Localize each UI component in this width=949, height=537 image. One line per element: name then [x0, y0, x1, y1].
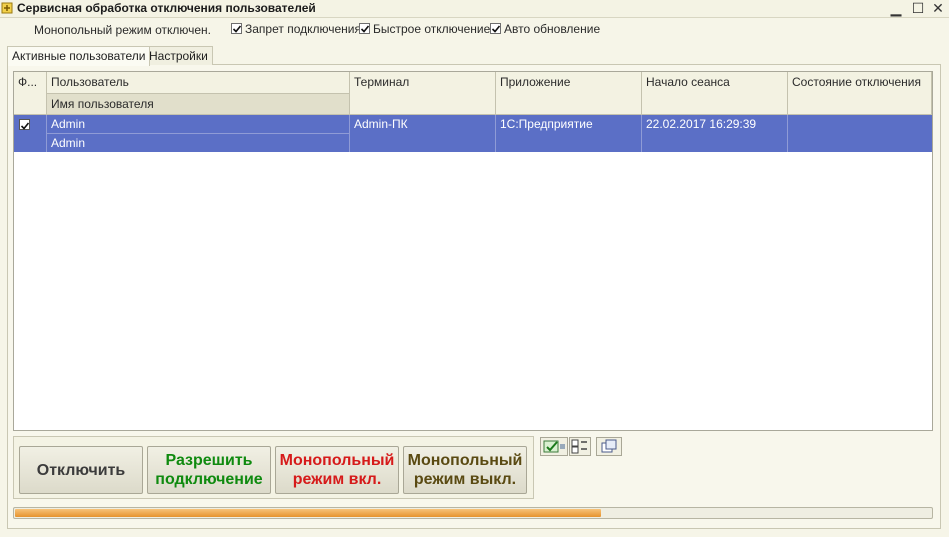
title-bar: Сервисная обработка отключения пользоват…	[0, 0, 949, 18]
row-disconnect-state-cell[interactable]	[788, 115, 932, 152]
column-header-disconnect-state[interactable]: Состояние отключения	[788, 72, 932, 115]
checkbox-label: Запрет подключения	[245, 22, 361, 36]
row-application-cell[interactable]: 1С:Предприятие	[496, 115, 642, 152]
tab-settings[interactable]: Настройки	[144, 46, 213, 65]
progress-bar-fill	[15, 509, 601, 517]
checkbox-label: Быстрое отключение	[373, 22, 491, 36]
column-header-flag[interactable]: Ф...	[14, 72, 47, 115]
checkbox-checked-icon[interactable]	[490, 23, 501, 34]
app-icon	[1, 2, 13, 14]
column-header-application[interactable]: Приложение	[496, 72, 642, 115]
monopoly-off-button[interactable]: Монопольный режим выкл.	[403, 446, 527, 494]
maximize-icon[interactable]: ☐	[910, 0, 926, 16]
row-session-start-cell[interactable]: 22.02.2017 16:29:39	[642, 115, 788, 152]
column-header-session-start[interactable]: Начало сеанса	[642, 72, 788, 115]
check-all-button[interactable]	[540, 437, 568, 456]
tab-active-users[interactable]: Активные пользователи	[7, 46, 151, 66]
uncheck-all-button[interactable]	[569, 437, 591, 456]
uncheck-all-icon	[571, 439, 587, 454]
row-checkbox-checked-icon[interactable]	[19, 119, 30, 130]
checkbox-checked-icon[interactable]	[359, 23, 370, 34]
checkbox-label: Авто обновление	[504, 22, 601, 36]
users-table[interactable]: Ф... Пользователь Имя пользователя Терми…	[13, 71, 933, 431]
disconnect-button[interactable]: Отключить	[19, 446, 143, 494]
progress-bar	[13, 507, 933, 519]
column-header-terminal[interactable]: Терминал	[350, 72, 496, 115]
column-header-user-name[interactable]: Имя пользователя	[47, 94, 350, 115]
row-flag-cell[interactable]	[14, 115, 47, 152]
table-row[interactable]: Admin Admin Admin-ПК 1С:Предприятие 22.0…	[14, 115, 932, 152]
row-user-name-cell[interactable]: Admin	[47, 133, 350, 152]
row-terminal-cell[interactable]: Admin-ПК	[350, 115, 496, 152]
monopoly-status-text: Монопольный режим отключен.	[34, 23, 211, 37]
minimize-icon[interactable]: ▁	[888, 0, 904, 16]
check-all-icon	[543, 440, 565, 453]
copy-windows-icon	[601, 439, 617, 453]
copy-button[interactable]	[596, 437, 622, 456]
close-icon[interactable]: ✕	[930, 0, 946, 16]
monopoly-on-button[interactable]: Монопольный режим вкл.	[275, 446, 399, 494]
row-user-cell[interactable]: Admin	[47, 115, 350, 133]
allow-connection-button[interactable]: Разрешить подключение	[147, 446, 271, 494]
window-title: Сервисная обработка отключения пользоват…	[17, 1, 316, 15]
column-header-user[interactable]: Пользователь	[47, 72, 350, 94]
checkbox-checked-icon[interactable]	[231, 23, 242, 34]
